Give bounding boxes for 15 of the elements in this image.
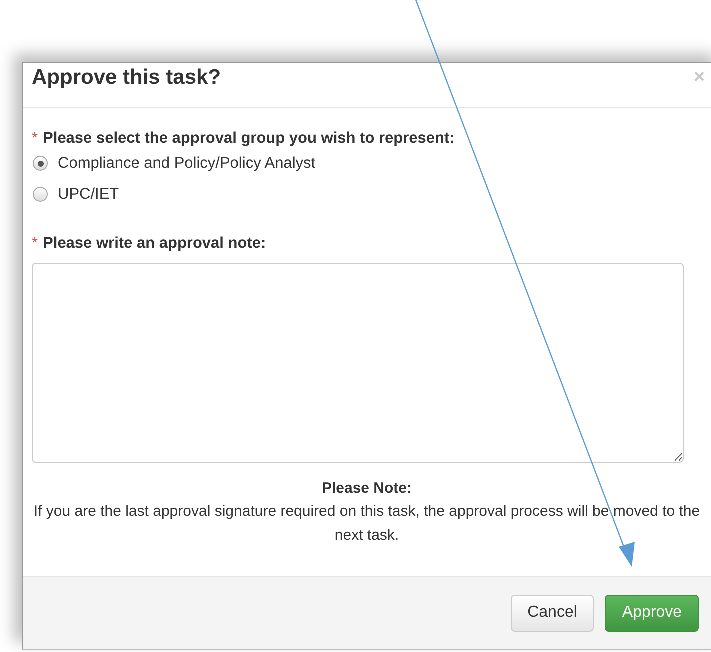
required-mark: *	[32, 235, 38, 253]
field-label: Please write an approval note:	[43, 235, 266, 253]
radio-button[interactable]	[33, 187, 48, 202]
radio-button[interactable]	[33, 156, 48, 171]
radio-label: Compliance and Policy/Policy Analyst	[58, 154, 316, 172]
close-button[interactable]: ×	[694, 67, 705, 89]
note-field[interactable]	[32, 263, 684, 463]
note-text: If you are the last approval signature required on this task, the approval process will be moved to the next task.	[32, 502, 702, 546]
cancel-button[interactable]: Cancel	[510, 594, 594, 632]
dialog-title: Approve this task?	[32, 66, 222, 90]
required-mark: *	[32, 130, 38, 148]
approve-button[interactable]: Approve	[605, 594, 699, 632]
note-heading: Please Note:	[320, 480, 414, 497]
field-label: Please select the approval group you wish to represent:	[43, 130, 455, 148]
radio-label: UPC/IET	[58, 186, 120, 204]
